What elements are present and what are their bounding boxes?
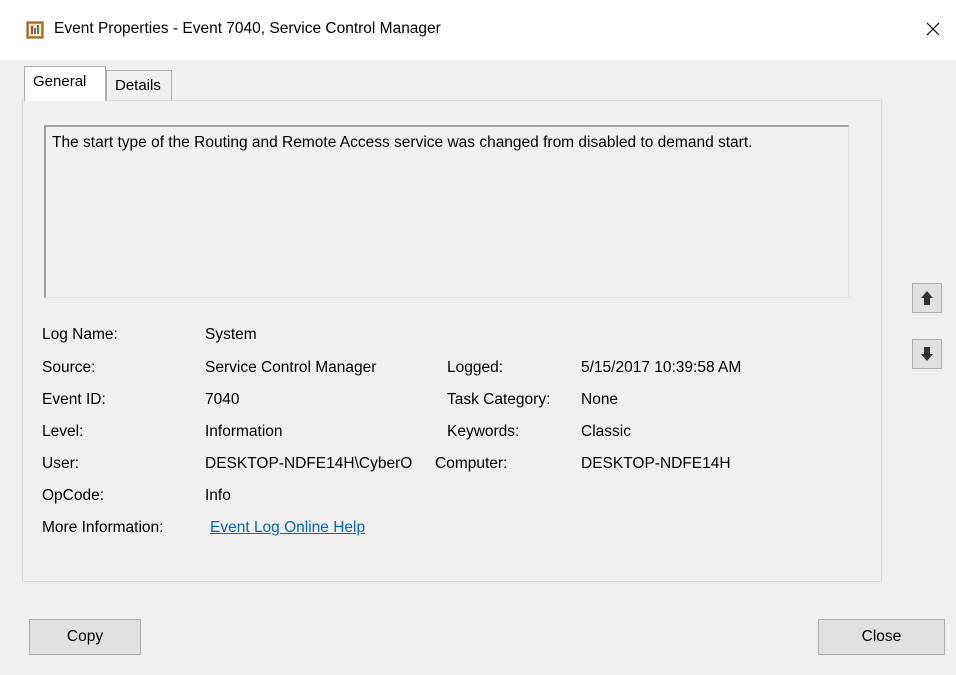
tab-details-label: Details: [115, 77, 161, 94]
task-category-label: Task Category:: [447, 391, 551, 408]
level-label: Level:: [42, 423, 84, 440]
keywords-value[interactable]: Classic: [581, 423, 631, 441]
copy-button[interactable]: Copy: [29, 619, 141, 655]
previous-event-button[interactable]: [912, 283, 942, 313]
source-value[interactable]: Service Control Manager: [205, 359, 376, 377]
event-id-label: Event ID:: [42, 391, 106, 408]
event-description[interactable]: The start type of the Routing and Remote…: [44, 125, 849, 298]
log-name-value[interactable]: System: [205, 326, 257, 344]
tab-general-label: General: [33, 73, 87, 90]
keywords-label: Keywords:: [447, 423, 520, 440]
window-title: Event Properties - Event 7040, Service C…: [54, 20, 441, 37]
tab-general[interactable]: General: [24, 66, 106, 101]
next-event-button[interactable]: [912, 339, 942, 369]
event-id-value[interactable]: 7040: [205, 391, 239, 409]
opcode-label: OpCode:: [42, 487, 105, 504]
task-category-value[interactable]: None: [581, 391, 618, 409]
more-information-label: More Information:: [42, 519, 164, 536]
computer-value[interactable]: DESKTOP-NDFE14H: [581, 455, 731, 473]
event-properties-dialog: Event Properties - Event 7040, Service C…: [0, 0, 956, 675]
logged-value[interactable]: 5/15/2017 10:39:58 AM: [581, 359, 741, 377]
source-label: Source:: [42, 359, 96, 376]
user-value[interactable]: DESKTOP-NDFE14H\CyberO: [205, 455, 412, 473]
title-bar: Event Properties - Event 7040, Service C…: [0, 0, 956, 60]
log-name-label: Log Name:: [42, 326, 118, 343]
event-log-online-help-link[interactable]: Event Log Online Help: [210, 519, 365, 537]
level-value[interactable]: Information: [205, 423, 283, 441]
opcode-value[interactable]: Info: [205, 487, 231, 505]
user-label: User:: [42, 455, 80, 472]
close-button[interactable]: Close: [818, 619, 945, 655]
computer-label: Computer:: [435, 455, 508, 472]
logged-label: Logged:: [447, 359, 504, 376]
close-icon[interactable]: [918, 14, 948, 44]
event-viewer-icon: [26, 21, 44, 39]
tab-details[interactable]: Details: [106, 70, 172, 100]
general-panel: The start type of the Routing and Remote…: [22, 100, 882, 582]
